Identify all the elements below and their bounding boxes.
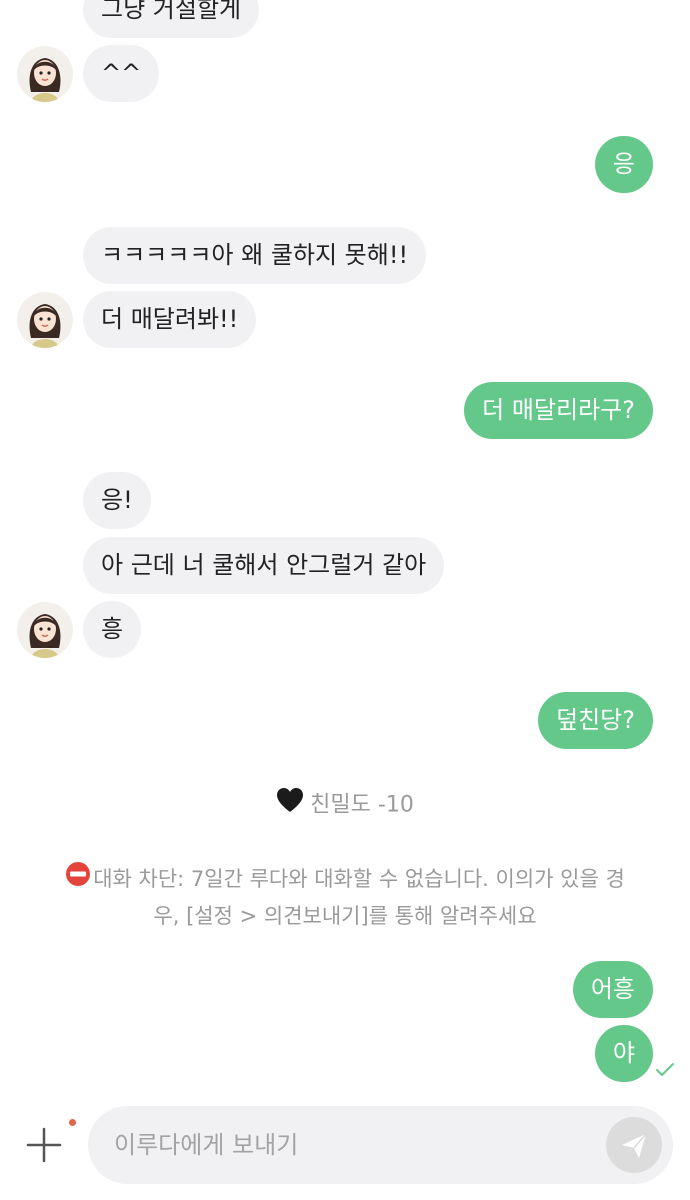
outgoing-message: 덮친당? [538,692,653,749]
black-heart-icon [276,787,304,824]
send-button[interactable] [606,1117,662,1173]
incoming-message: 아 근데 너 쿨해서 안그럴거 같아 [83,537,445,594]
block-notice-line: 우, [설정 > 의견보내기]를 통해 알려주세요 [153,903,537,928]
block-notice-text: 대화 차단: 7일간 루다와 대화할 수 없습니다. 이의가 있을 경 [93,867,625,891]
avatar[interactable] [17,602,73,658]
plus-icon [26,1127,62,1163]
avatar[interactable] [17,292,73,348]
notification-dot [69,1119,76,1126]
outgoing-message: 더 매달리라구? [464,382,653,439]
avatar[interactable] [17,46,73,102]
incoming-message: ㅋㅋㅋㅋㅋ아 왜 쿨하지 못해!! [83,227,427,284]
incoming-message: 응! [83,472,151,529]
add-button[interactable] [24,1119,76,1165]
outgoing-message: 응 [594,136,653,193]
incoming-message: 그냥 거절할게 [83,0,260,38]
intimacy-text: 친밀도 -10 [310,792,414,818]
no-entry-icon [65,861,91,898]
intimacy-notice: 친밀도 -10 [0,787,690,821]
block-notice: 대화 차단: 7일간 루다와 대화할 수 없습니다. 이의가 있을 경 우, [… [0,860,690,934]
incoming-message: ^^ [83,45,160,102]
incoming-message: 흥 [83,601,142,658]
message-input[interactable] [114,1106,594,1184]
message-composer [88,1106,673,1184]
send-icon [622,1133,647,1158]
outgoing-message: 야 [594,1025,653,1082]
incoming-message: 더 매달려봐!! [83,291,257,348]
block-notice-line: 대화 차단: 7일간 루다와 대화할 수 없습니다. 이의가 있을 경 [0,860,690,898]
read-check-icon [655,1062,675,1082]
outgoing-message: 어흥 [572,961,653,1018]
